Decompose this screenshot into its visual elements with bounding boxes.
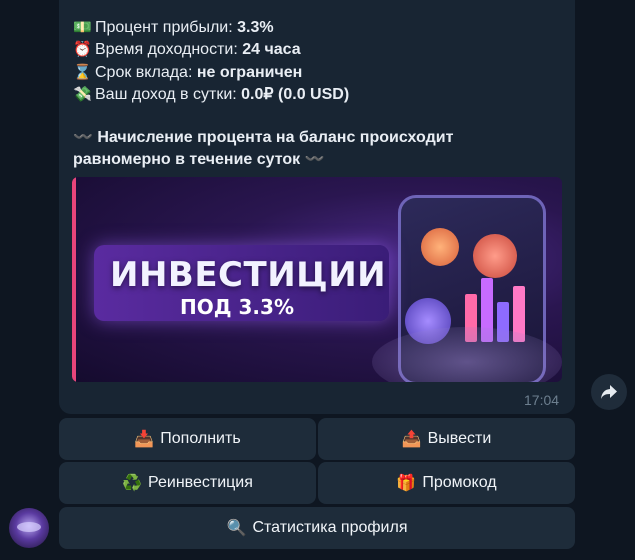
promocode-button[interactable]: 🎁 Промокод bbox=[318, 462, 575, 504]
profit-percent-value: 3.3% bbox=[237, 19, 274, 36]
share-button[interactable] bbox=[591, 374, 627, 410]
hourglass-icon: ⌛ bbox=[73, 64, 92, 81]
inbox-tray-icon: 📥 bbox=[134, 431, 155, 448]
bot-avatar[interactable] bbox=[9, 508, 49, 548]
daily-income-line: 💸 Ваш доход в сутки: 0.0₽ (0.0 USD) bbox=[73, 85, 349, 105]
withdraw-button[interactable]: 📤 Вывести bbox=[318, 418, 575, 460]
daily-income-label: Ваш доход в сутки: bbox=[95, 86, 242, 103]
money-icon: 💵 bbox=[73, 19, 92, 36]
gift-icon: 🎁 bbox=[396, 475, 417, 492]
avatar-glow bbox=[17, 522, 41, 532]
money-wings-icon: 💸 bbox=[73, 86, 92, 103]
profit-percent-line: 💵 Процент прибыли: 3.3% bbox=[73, 18, 274, 38]
recycle-icon: ♻️ bbox=[122, 475, 143, 492]
message-time: 17:04 bbox=[524, 392, 560, 408]
reinvest-button[interactable]: ♻️ Реинвестиция bbox=[59, 462, 316, 504]
yield-time-label: Время доходности: bbox=[95, 41, 243, 58]
share-arrow-icon bbox=[601, 385, 617, 399]
accrual-note-line2: равномерно в течение суток 〰️ bbox=[73, 151, 325, 168]
profit-percent-label: Процент прибыли: bbox=[95, 19, 238, 36]
reinvest-button-label: Реинвестиция bbox=[148, 474, 253, 491]
withdraw-button-label: Вывести bbox=[427, 430, 492, 447]
yield-time-value: 24 часа bbox=[242, 41, 301, 58]
outbox-tray-icon: 📤 bbox=[401, 431, 422, 448]
daily-income-value: 0.0₽ (0.0 USD) bbox=[241, 86, 350, 103]
chart-coin-icon bbox=[421, 228, 459, 266]
dollar-coin-icon bbox=[473, 234, 517, 278]
yield-time-line: ⏰ Время доходности: 24 часа bbox=[73, 40, 301, 60]
magnifier-icon: 🔍 bbox=[226, 520, 247, 537]
deposit-term-value: не ограничен bbox=[196, 64, 303, 81]
banner-title: ИНВЕСТИЦИИ bbox=[110, 255, 387, 295]
investment-banner-image[interactable]: ИНВЕСТИЦИИ ПОД 3.3% bbox=[72, 177, 562, 382]
accrual-note-line1: 〰️ Начисление процента на баланс происхо… bbox=[73, 129, 454, 146]
alarm-clock-icon: ⏰ bbox=[73, 41, 92, 58]
promocode-button-label: Промокод bbox=[422, 474, 497, 491]
profile-stats-button[interactable]: 🔍 Статистика профиля bbox=[59, 507, 575, 549]
banner-subtitle: ПОД 3.3% bbox=[180, 295, 294, 319]
deposit-term-line: ⌛ Срок вклада: не ограничен bbox=[73, 63, 302, 83]
profile-stats-button-label: Статистика профиля bbox=[252, 519, 408, 536]
deposit-button[interactable]: 📥 Пополнить bbox=[59, 418, 316, 460]
deposit-term-label: Срок вклада: bbox=[95, 64, 197, 81]
deposit-button-label: Пополнить bbox=[160, 430, 241, 447]
